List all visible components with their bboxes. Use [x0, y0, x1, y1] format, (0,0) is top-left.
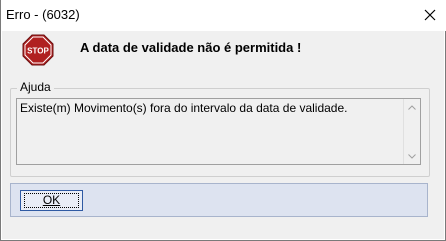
- window-title: Erro - (6032): [6, 7, 80, 22]
- error-dialog: Erro - (6032) STOP A data de validade nã…: [0, 0, 446, 241]
- scroll-up-button[interactable]: [404, 99, 420, 115]
- ok-focus-rect: OK: [24, 193, 79, 208]
- close-icon: [424, 9, 436, 21]
- vertical-scrollbar[interactable]: [403, 99, 420, 164]
- chevron-up-icon: [408, 104, 416, 110]
- ok-button-label: OK: [42, 193, 61, 207]
- help-legend: Ajuda: [17, 80, 54, 94]
- chevron-down-icon: [408, 153, 416, 159]
- help-group: Ajuda Existe(m) Movimento(s) fora do int…: [10, 80, 430, 177]
- dialog-body: STOP A data de validade não é permitida …: [2, 31, 444, 239]
- title-bar: Erro - (6032): [1, 0, 446, 31]
- help-text: Existe(m) Movimento(s) fora do intervalo…: [20, 101, 348, 115]
- stop-sign-icon: STOP: [22, 34, 54, 66]
- error-message: A data de validade não é permitida !: [80, 40, 302, 55]
- stop-sign-label: STOP: [27, 47, 49, 56]
- help-textarea[interactable]: Existe(m) Movimento(s) fora do intervalo…: [16, 98, 421, 165]
- scroll-down-button[interactable]: [404, 148, 420, 164]
- scrollbar-track[interactable]: [404, 115, 420, 148]
- button-panel: OK: [10, 183, 428, 217]
- ok-button[interactable]: OK: [20, 190, 83, 211]
- close-button[interactable]: [417, 3, 443, 27]
